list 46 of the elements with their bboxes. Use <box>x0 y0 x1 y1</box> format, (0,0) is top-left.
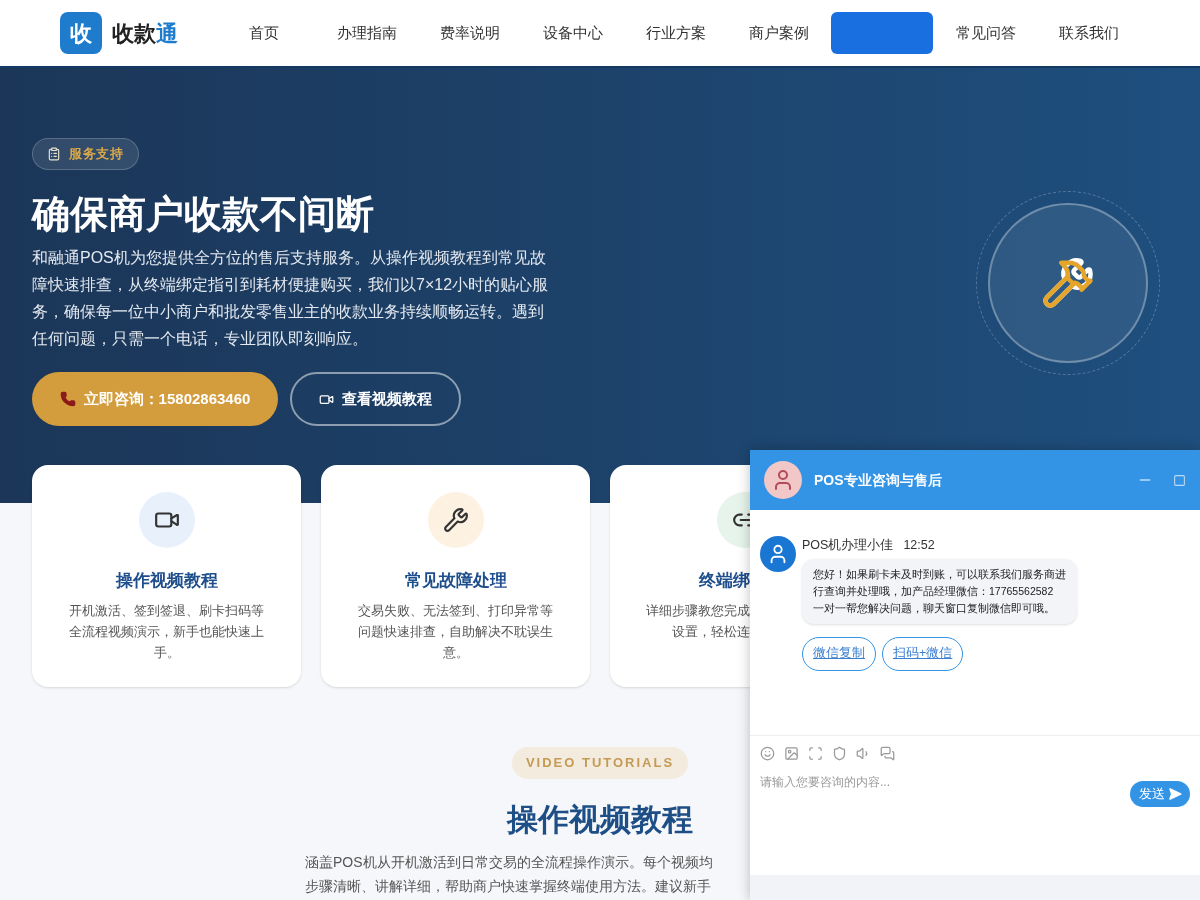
nav-link[interactable]: 商户案例 <box>727 12 830 54</box>
section-title: 操作视频教程 <box>507 801 693 839</box>
card-description: 全流程视频演示，新手也能快速上 <box>69 622 264 641</box>
badge-label: 服务支持 <box>69 145 124 164</box>
nav-link[interactable]: 办理指南 <box>315 12 418 54</box>
card-title: 常见故障处理 <box>404 570 507 592</box>
send-icon <box>1167 787 1182 801</box>
section-tag: VIDEO TUTORIALS <box>511 747 689 779</box>
assistant-avatar <box>760 536 796 572</box>
nav-link[interactable]: 首页 <box>212 12 315 54</box>
section-description: 涵盖POS机从开机激活到日常交易的全流程操作演示。每个视频均 <box>305 852 713 872</box>
card-title: 终端绑 <box>699 570 750 592</box>
logo-text: 收款通 <box>112 19 178 48</box>
card-description: 问题快速排查，自助解决不耽误生 <box>358 622 553 641</box>
tools-icon <box>1041 256 1095 310</box>
agent-avatar <box>764 461 802 499</box>
card-description: 开机激活、签到签退、刷卡扫码等 <box>69 601 264 620</box>
card-description: 手。 <box>153 643 180 662</box>
logo-mark: 收 <box>60 12 102 54</box>
maximize-icon[interactable] <box>1173 473 1186 487</box>
screenshot-icon[interactable] <box>808 746 823 761</box>
message-input[interactable]: 请输入您要咨询的内容... <box>760 773 1130 791</box>
nav-link[interactable]: 常见问答 <box>934 12 1037 54</box>
shield-icon[interactable] <box>832 746 847 761</box>
chat-bubbles-icon[interactable] <box>880 746 895 761</box>
nav-link[interactable]: 联系我们 <box>1037 12 1140 54</box>
hero-description: 和融通POS机为您提供全方位的售后支持服务。从操作视频教程到常见故障快速排查，从终端绑定指引到耗材便捷购买，我们以7×12小时的贴心服务，确保每一位中小商户和批发零售业主的收款业务持续顺畅运转。遇到任何问题，只需一个电话，专业团队即刻响应。 <box>32 248 550 349</box>
phone-icon <box>59 391 76 407</box>
card-description: 详细步骤教您完成 <box>646 601 750 620</box>
nav-link[interactable]: 费率说明 <box>418 12 521 54</box>
nav-link[interactable]: 设备中心 <box>521 12 624 54</box>
message-time: 12:52 <box>903 537 935 554</box>
card-title: 操作视频教程 <box>115 570 218 592</box>
emoji-icon[interactable] <box>760 746 775 761</box>
message-bubble: 您好！如果刷卡未及时到账，可以联系我们服务商进行查询并处理哦，加产品经理微信：17765562582 一对一帮您解决问题，聊天窗口复制微信即可哦。 <box>802 558 1077 624</box>
card-description: 意。 <box>442 643 469 662</box>
hero-title: 确保商户收款不间断 <box>32 192 375 237</box>
chat-title: POS专业咨询与售后 <box>814 470 943 490</box>
card-description: 设置，轻松连 <box>672 622 750 641</box>
video-tutorial-button[interactable]: 查看视频教程 <box>290 372 461 426</box>
card-description: 交易失败、无法签到、打印异常等 <box>358 601 553 620</box>
section-description: 步骤清晰、讲解详细，帮助商户快速掌握终端使用方法。建议新手 <box>305 876 712 896</box>
clipboard-icon <box>47 147 61 161</box>
nav-link[interactable]: 行业方案 <box>624 12 727 54</box>
image-icon[interactable] <box>784 746 799 761</box>
sender-name: POS机办理小佳 <box>802 537 894 554</box>
